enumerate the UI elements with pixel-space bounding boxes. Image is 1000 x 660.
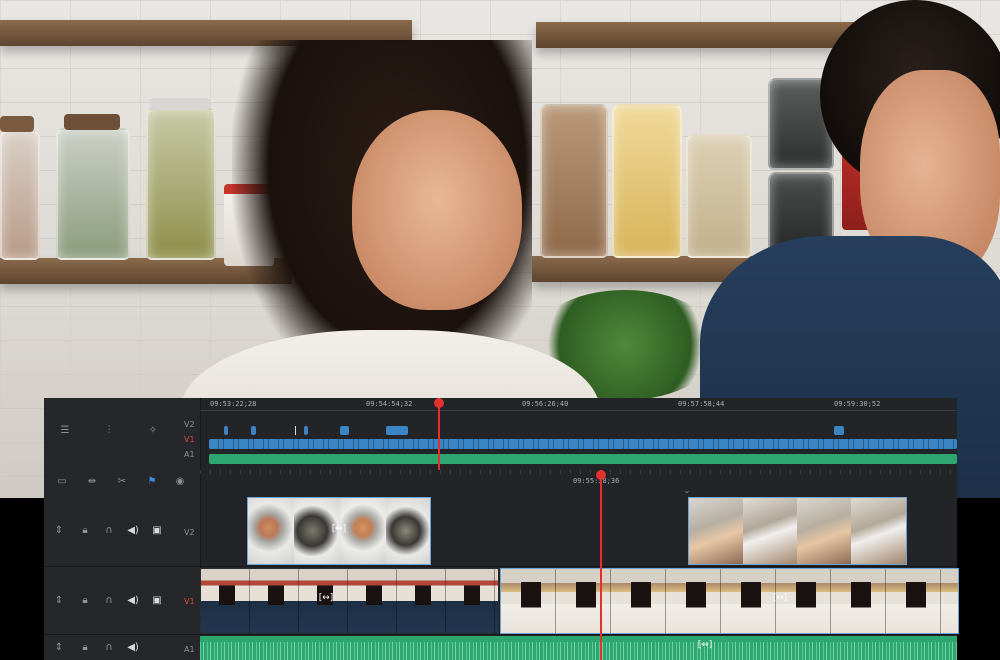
track-headers (44, 494, 179, 660)
jar (56, 128, 130, 260)
jar (146, 108, 216, 260)
ruler-label: 09:53:22;28 (210, 400, 257, 408)
track-a1-label: A1 (184, 645, 195, 654)
thumbnail (743, 498, 798, 564)
thumbnail (689, 498, 744, 564)
v2-clip[interactable] (251, 426, 256, 435)
jar (612, 104, 682, 258)
lock-icon[interactable]: 🔒︎ (78, 596, 92, 606)
detail-playhead[interactable] (600, 470, 602, 660)
clip-link-icon: [↔] (331, 524, 347, 534)
ruler-label: 09:54:54;32 (366, 400, 413, 408)
clip-select-icon[interactable]: ☰ (56, 426, 74, 436)
thumbnail (851, 498, 906, 564)
clip-link-icon: [↔] (318, 593, 334, 603)
clip-link-icon: [↔] (697, 640, 713, 650)
blade-icon[interactable]: ✂ (114, 477, 130, 487)
v2-clip-wok[interactable]: [↔] (247, 497, 431, 565)
thumbnail (797, 498, 852, 564)
v1-clip-kitchen-1[interactable]: [↔] (200, 568, 499, 634)
timeline-overview: ☰ ⫶ ✧ V2 V1 A1 09:53:22;28 09:54:54;32 0… (44, 398, 957, 470)
lock-icon[interactable]: 🔒︎ (78, 643, 92, 653)
headphones-icon[interactable]: ∩ (102, 526, 116, 536)
filmstrip-icon[interactable]: ▭ (54, 477, 70, 487)
waveform (200, 642, 957, 660)
monitor-icon[interactable]: ▣ (150, 596, 164, 606)
a1-strip[interactable] (209, 454, 957, 464)
v2-clip[interactable] (224, 426, 228, 435)
person-left-face (352, 110, 522, 310)
overview-playhead[interactable] (438, 398, 440, 470)
flag-icon[interactable]: ⚑ (144, 477, 160, 487)
ruler-label: 09:56:26;40 (522, 400, 569, 408)
people-heads (501, 569, 958, 633)
jar (540, 104, 608, 258)
clip-link-icon: [↔] (772, 593, 788, 603)
headphones-icon[interactable]: ∩ (102, 596, 116, 606)
monitor-icon[interactable]: ▣ (150, 526, 164, 536)
jar-lid (64, 114, 120, 130)
speaker-icon[interactable]: ◀) (126, 596, 140, 606)
a1-audio-clip[interactable]: [↔] (200, 636, 957, 660)
thumbnail (248, 498, 295, 564)
v2-clip[interactable] (386, 426, 408, 435)
v1-strip[interactable] (209, 439, 957, 449)
divider (44, 566, 957, 567)
overview-track-a1: A1 (184, 450, 195, 459)
jar (686, 134, 752, 258)
updown-icon[interactable]: ⇕ (52, 526, 66, 536)
jar-lid (150, 98, 210, 110)
v1-clip-kitchen-2[interactable]: [↔] (500, 568, 959, 634)
v2-clip[interactable] (340, 426, 349, 435)
chevron-down-icon: ⌄ (683, 486, 691, 495)
ruler-label: 09:57:58;44 (678, 400, 725, 408)
v2-clip[interactable] (304, 426, 308, 435)
people-heads (201, 569, 498, 633)
overview-playhead-handle[interactable] (434, 398, 444, 408)
overview-track-v1: V1 (184, 435, 195, 444)
shelf-top-right (536, 22, 866, 48)
detail-playhead-handle[interactable] (596, 470, 606, 480)
audio-tools-icon[interactable]: ⫶ (100, 426, 118, 436)
overview-track-v2: V2 (184, 420, 195, 429)
jar-lid (0, 116, 34, 132)
updown-icon[interactable]: ⇕ (52, 596, 66, 606)
track-v1-label: V1 (184, 597, 195, 606)
track-names-col (178, 494, 201, 660)
headphones-icon[interactable]: ∩ (102, 643, 116, 653)
jar (0, 130, 40, 260)
view-icon[interactable]: ◉ (172, 477, 188, 487)
speaker-icon[interactable]: ◀) (126, 526, 140, 536)
v2-clip-plating[interactable] (688, 497, 907, 565)
track-v2-label: V2 (184, 528, 195, 537)
speaker-icon[interactable]: ◀) (126, 643, 140, 653)
ruler-label: 09:59:30;52 (834, 400, 881, 408)
smart-icon[interactable]: ✧ (144, 426, 162, 436)
overview-track-labels (178, 398, 201, 470)
v2-clip[interactable] (834, 426, 844, 435)
trim-icon[interactable]: ⇹ (84, 477, 100, 487)
divider (44, 634, 957, 635)
updown-icon[interactable]: ⇕ (52, 643, 66, 653)
lock-icon[interactable]: 🔒︎ (78, 526, 92, 536)
timeline-detail: ▭ ⇹ ✂ ⚑ ◉ ⇕ 🔒︎ ∩ ◀) ▣ V2 ⇕ 🔒︎ ∩ ◀) ▣ V1 … (44, 470, 959, 660)
thumbnail (386, 498, 430, 564)
v2-marker (295, 426, 296, 435)
